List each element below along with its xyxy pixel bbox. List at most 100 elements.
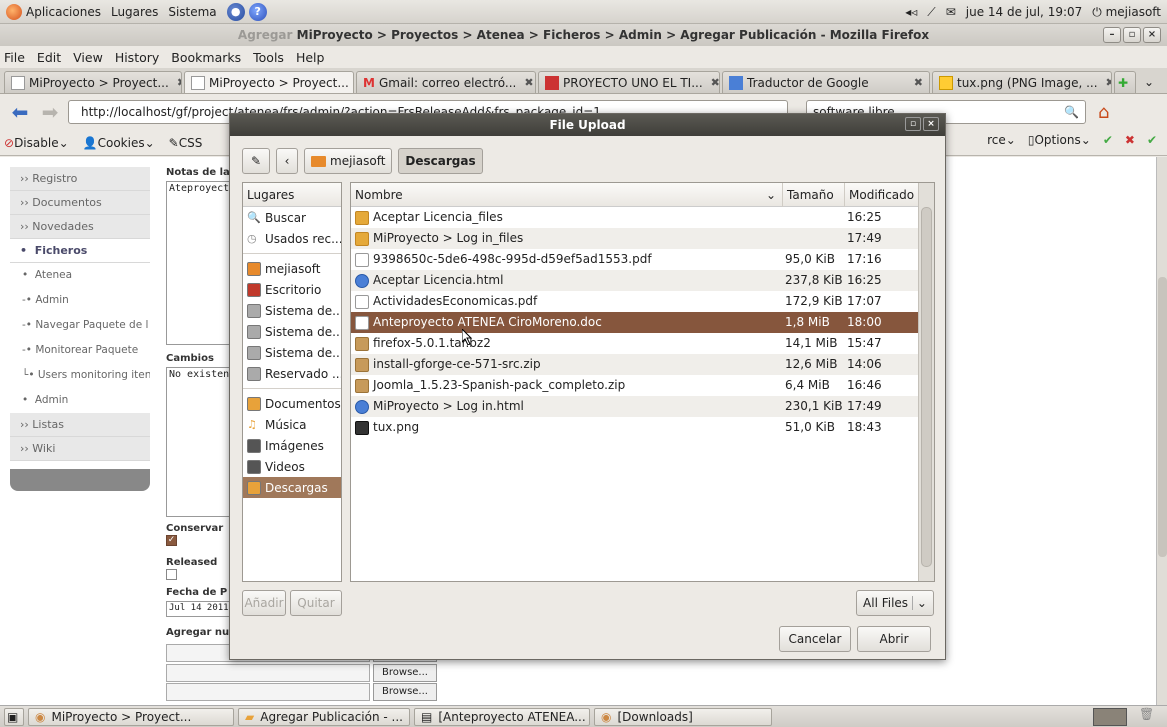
file-row[interactable]: 9398650c-5de6-498c-995d-d59ef5ad1553.pdf… [351, 249, 934, 270]
firefox-launcher-icon[interactable]: ● [226, 2, 245, 21]
place-item[interactable]: Descargas [243, 477, 341, 498]
system-menu[interactable]: Sistema [168, 5, 216, 19]
nav-wiki[interactable]: ›› Wiki [10, 437, 150, 461]
file-list-scrollbar[interactable] [918, 183, 934, 581]
menu-tools[interactable]: Tools [253, 50, 284, 65]
file-row[interactable]: Anteproyecto ATENEA CiroMoreno.doc 1,8 Mi… [351, 312, 934, 333]
place-item[interactable]: Documentos [243, 393, 341, 414]
released-checkbox[interactable] [166, 569, 177, 580]
places-header[interactable]: Lugares [243, 183, 341, 207]
workspace-switcher[interactable] [1093, 708, 1127, 726]
menu-history[interactable]: History [115, 50, 159, 65]
nav-registro[interactable]: ›› Registro [10, 167, 150, 191]
disable-menu[interactable]: ⊘Disable⌄ [4, 136, 69, 150]
nav-users-monitoring[interactable]: └• Users monitoring iten [10, 363, 150, 388]
file-row[interactable]: Aceptar Licencia_files 16:25 [351, 207, 934, 228]
browse-button[interactable]: Browse... [373, 664, 437, 682]
home-icon[interactable]: ⌂ [1098, 102, 1109, 123]
nav-monitorear[interactable]: -• Monitorear Paquete [10, 338, 150, 363]
tab-youtube[interactable]: PROYECTO UNO EL TI... ✖ [538, 71, 720, 93]
nav-navegar[interactable]: -• Navegar Paquete de l [10, 313, 150, 338]
notas-textarea[interactable]: Ateproyect [166, 181, 232, 345]
user-menu[interactable]: ⏻ mejiasoft [1092, 5, 1161, 20]
tab-miproyecto-1[interactable]: MiProyecto > Proyect...✖ [4, 71, 182, 93]
place-item[interactable]: 🔍 Buscar [243, 207, 341, 228]
help-icon[interactable]: ? [248, 2, 267, 21]
file-row[interactable]: ActividadesEconomicas.pdf 172,9 KiB 17:07 [351, 291, 934, 312]
column-modified[interactable]: Modificado [845, 183, 919, 207]
file-filter-select[interactable]: All Files ⌄ [856, 590, 934, 616]
place-item[interactable]: ♫ Música [243, 414, 341, 435]
show-desktop-icon[interactable]: ▣ [4, 707, 24, 726]
close-tab-icon[interactable]: ✖ [711, 76, 719, 89]
tab-miproyecto-2[interactable]: MiProyecto > Proyect...✖ [184, 71, 354, 93]
task-agregar[interactable]: ▰ Agregar Publicación - ... [238, 707, 410, 726]
place-item[interactable]: Imágenes [243, 435, 341, 456]
close-icon[interactable]: × [1143, 27, 1161, 43]
conservar-checkbox[interactable]: ✓ [166, 535, 177, 546]
path-home-button[interactable]: mejiasoft [304, 148, 393, 174]
place-item[interactable]: Videos [243, 456, 341, 477]
file-row[interactable]: MiProyecto > Log in.html 230,1 KiB 17:49 [351, 396, 934, 417]
tab-translate[interactable]: Traductor de Google ✖ [722, 71, 930, 93]
place-item[interactable]: Sistema de... [243, 342, 341, 363]
open-button[interactable]: Abrir [857, 626, 931, 652]
close-tab-icon[interactable]: ✖ [177, 76, 181, 89]
file-row[interactable]: tux.png 51,0 KiB 18:43 [351, 417, 934, 438]
file-input[interactable] [166, 683, 370, 701]
cookies-menu[interactable]: 👤Cookies⌄ [83, 136, 155, 150]
file-row[interactable]: firefox-5.0.1.tar.bz2 14,1 MiB 15:47 [351, 333, 934, 354]
remove-bookmark-button[interactable]: Quitar [290, 590, 342, 616]
menu-help[interactable]: Help [296, 50, 325, 65]
add-bookmark-button[interactable]: Añadir [242, 590, 286, 616]
column-name[interactable]: Nombre ⌄ [351, 183, 783, 207]
task-firefox[interactable]: ◉ MiProyecto > Proyect... [28, 707, 234, 726]
nav-documentos[interactable]: ›› Documentos [10, 191, 150, 215]
page-scrollbar[interactable] [1156, 157, 1167, 705]
browse-button[interactable]: Browse... [373, 683, 437, 701]
place-item[interactable]: Sistema de... [243, 321, 341, 342]
places-menu[interactable]: Lugares [111, 5, 158, 19]
close-icon[interactable]: × [923, 117, 939, 131]
maximize-icon[interactable]: ▫ [905, 117, 921, 131]
validate-ok-icon[interactable]: ✔ [1103, 133, 1113, 147]
column-size[interactable]: Tamaño [783, 183, 845, 207]
file-row[interactable]: install-gforge-ce-571-src.zip 12,6 MiB 14:… [351, 354, 934, 375]
network-icon[interactable]: ⟋ [927, 5, 935, 20]
place-item[interactable]: mejiasoft [243, 258, 341, 279]
fecha-input[interactable]: Jul 14 2011 [166, 601, 232, 617]
path-current-button[interactable]: Descargas [398, 148, 483, 174]
place-item[interactable]: Escritorio [243, 279, 341, 300]
new-tab-button[interactable]: ✚ [1114, 71, 1136, 93]
validate-ok-icon-2[interactable]: ✔ [1147, 133, 1157, 147]
path-back-button[interactable]: ‹ [276, 148, 298, 174]
error-icon[interactable]: ✖ [1125, 133, 1135, 147]
place-item[interactable]: Reservado ... [243, 363, 341, 384]
menu-file[interactable]: File [4, 50, 25, 65]
place-item[interactable]: ◷ Usados rec... [243, 228, 341, 249]
nav-novedades[interactable]: ›› Novedades [10, 215, 150, 239]
close-tab-icon[interactable]: ✖ [524, 76, 533, 89]
applications-menu[interactable]: Aplicaciones [6, 3, 101, 20]
scrollbar-thumb[interactable] [1158, 277, 1167, 557]
place-item[interactable]: Sistema de... [243, 300, 341, 321]
minimize-icon[interactable]: – [1103, 27, 1121, 43]
task-anteproyecto[interactable]: ▤ [Anteproyecto ATENEA... [414, 707, 590, 726]
type-location-button[interactable]: ✎ [242, 148, 270, 174]
options-menu[interactable]: ▯Options⌄ [1028, 133, 1091, 147]
search-icon[interactable]: 🔍 [1064, 105, 1079, 119]
source-menu[interactable]: rce⌄ [987, 133, 1016, 147]
tab-gmail[interactable]: M Gmail: correo electró... ✖ [356, 71, 536, 93]
trash-icon[interactable]: 🗑 [1139, 707, 1161, 727]
menu-view[interactable]: View [73, 50, 103, 65]
scrollbar-thumb[interactable] [921, 207, 932, 567]
nav-ficheros[interactable]: • Ficheros [10, 239, 150, 263]
menu-edit[interactable]: Edit [37, 50, 61, 65]
list-tabs-icon[interactable]: ⌄ [1144, 75, 1154, 89]
menu-bookmarks[interactable]: Bookmarks [171, 50, 241, 65]
volume-icon[interactable]: ◂◃ [905, 5, 917, 19]
close-tab-icon[interactable]: ✖ [1106, 76, 1111, 89]
file-row[interactable]: Joomla_1.5.23-Spanish-pack_completo.zip 6… [351, 375, 934, 396]
nav-admin-2[interactable]: • Admin [10, 388, 150, 413]
back-icon[interactable]: ⬅ [8, 100, 32, 124]
